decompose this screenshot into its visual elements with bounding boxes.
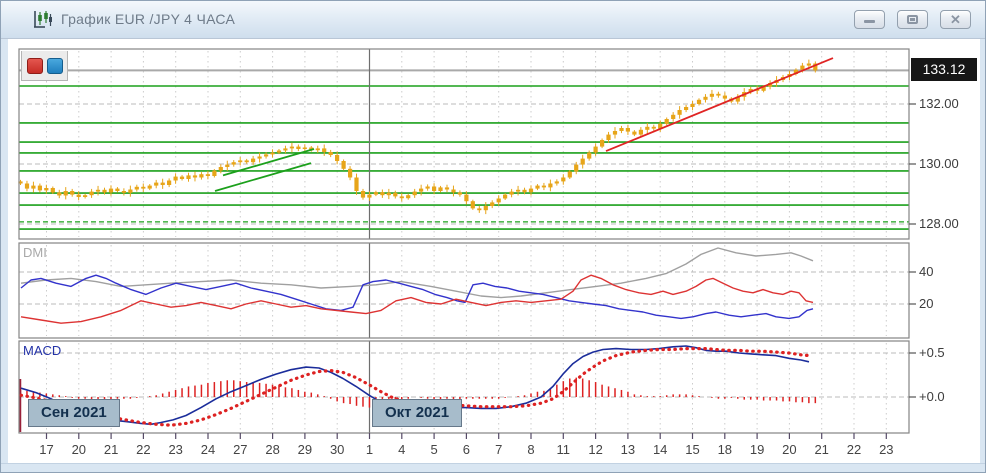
x-axis-label: 7: [485, 442, 513, 457]
x-axis-label: 15: [679, 442, 707, 457]
x-axis-label: 23: [872, 442, 900, 457]
macd-axis-label: +0.5: [919, 345, 945, 360]
x-axis-label: 24: [194, 442, 222, 457]
bottom-scroll-strip: [1, 463, 985, 473]
current-price-flag: 133.12: [911, 58, 977, 81]
macd-panel-label: MACD: [23, 343, 61, 358]
chart-window: График EUR /JPY 4 ЧАСА ✕ DMI MACD 133.12…: [0, 0, 986, 473]
dmi-panel-label: DMI: [23, 245, 47, 260]
x-axis-label: 13: [614, 442, 642, 457]
x-axis-label: 20: [775, 442, 803, 457]
x-axis-label: 18: [711, 442, 739, 457]
x-axis-label: 28: [259, 442, 287, 457]
x-axis-label: 11: [549, 442, 577, 457]
price-axis-label: 132.00: [919, 96, 959, 111]
x-axis-label: 23: [162, 442, 190, 457]
x-axis-label: 19: [743, 442, 771, 457]
x-axis-label: 22: [840, 442, 868, 457]
x-axis-label: 1: [356, 442, 384, 457]
dmi-axis-label: 40: [919, 264, 933, 279]
red-marker-button[interactable]: [27, 58, 43, 74]
x-axis-label: 14: [646, 442, 674, 457]
x-axis-label: 27: [226, 442, 254, 457]
dmi-axis-label: 20: [919, 296, 933, 311]
x-axis-label: 5: [420, 442, 448, 457]
x-axis-label: 22: [129, 442, 157, 457]
x-axis-label: 21: [97, 442, 125, 457]
price-axis-label: 130.00: [919, 156, 959, 171]
x-axis-label: 20: [65, 442, 93, 457]
chart-toolbar: [21, 51, 68, 81]
x-axis-label: 21: [808, 442, 836, 457]
macd-axis-label: +0.0: [919, 389, 945, 404]
x-axis-label: 6: [452, 442, 480, 457]
x-axis-label: 29: [291, 442, 319, 457]
blue-marker-button[interactable]: [47, 58, 63, 74]
chart-plot-area[interactable]: [1, 1, 986, 473]
price-axis-label: 128.00: [919, 216, 959, 231]
month-badge-october: Окт 2021: [372, 399, 462, 427]
x-axis-label: 12: [582, 442, 610, 457]
x-axis-label: 30: [323, 442, 351, 457]
month-badge-september: Сен 2021: [28, 399, 120, 427]
x-axis-label: 8: [517, 442, 545, 457]
x-axis-label: 17: [33, 442, 61, 457]
x-axis-label: 4: [388, 442, 416, 457]
